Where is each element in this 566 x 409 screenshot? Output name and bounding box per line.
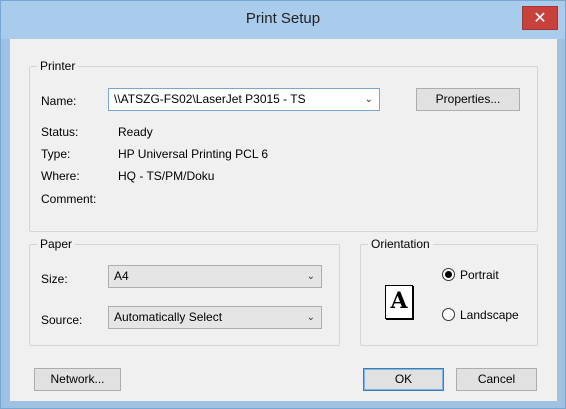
comment-label: Comment: <box>41 192 97 206</box>
paper-source-value: Automatically Select <box>114 310 223 324</box>
where-label: Where: <box>41 169 80 183</box>
portrait-page-icon: A <box>385 285 413 319</box>
paper-size-select[interactable]: A4 ⌄ <box>108 265 322 288</box>
paper-group: Paper <box>29 237 340 346</box>
cancel-button[interactable]: Cancel <box>456 368 537 391</box>
printer-name-value: \\ATSZG-FS02\LaserJet P3015 - TS <box>114 92 306 106</box>
status-value: Ready <box>118 125 153 139</box>
printer-group-label: Printer <box>37 59 79 73</box>
title-bar[interactable]: Print Setup ✕ <box>1 1 565 39</box>
name-label: Name: <box>41 94 77 108</box>
orientation-group-label: Orientation <box>368 237 433 251</box>
type-value: HP Universal Printing PCL 6 <box>118 147 269 161</box>
window-title: Print Setup <box>245 10 321 27</box>
network-button[interactable]: Network... <box>34 368 121 391</box>
type-label: Type: <box>41 147 71 161</box>
paper-source-select[interactable]: Automatically Select ⌄ <box>108 306 322 329</box>
paper-group-label: Paper <box>37 237 76 251</box>
portrait-radio[interactable] <box>442 268 455 281</box>
dialog-client-area: Printer Name: \\ATSZG-FS02\LaserJet P301… <box>10 39 557 401</box>
status-label: Status: <box>41 125 79 139</box>
landscape-label[interactable]: Landscape <box>460 308 519 322</box>
size-label: Size: <box>41 272 68 286</box>
where-value: HQ - TS/PM/Doku <box>118 169 215 183</box>
landscape-radio[interactable] <box>442 308 455 321</box>
close-icon[interactable]: ✕ <box>522 6 558 30</box>
chevron-down-icon: ⌄ <box>306 271 315 282</box>
properties-button[interactable]: Properties... <box>416 88 520 111</box>
chevron-down-icon: ⌄ <box>364 94 373 105</box>
ok-button[interactable]: OK <box>363 368 444 391</box>
source-label: Source: <box>41 313 83 327</box>
print-setup-window: Print Setup ✕ Printer Name: \\ATSZG-FS02… <box>0 0 566 409</box>
paper-size-value: A4 <box>114 269 129 283</box>
printer-name-select[interactable]: \\ATSZG-FS02\LaserJet P3015 - TS ⌄ <box>108 88 380 111</box>
chevron-down-icon: ⌄ <box>306 312 315 323</box>
portrait-label[interactable]: Portrait <box>460 268 499 282</box>
